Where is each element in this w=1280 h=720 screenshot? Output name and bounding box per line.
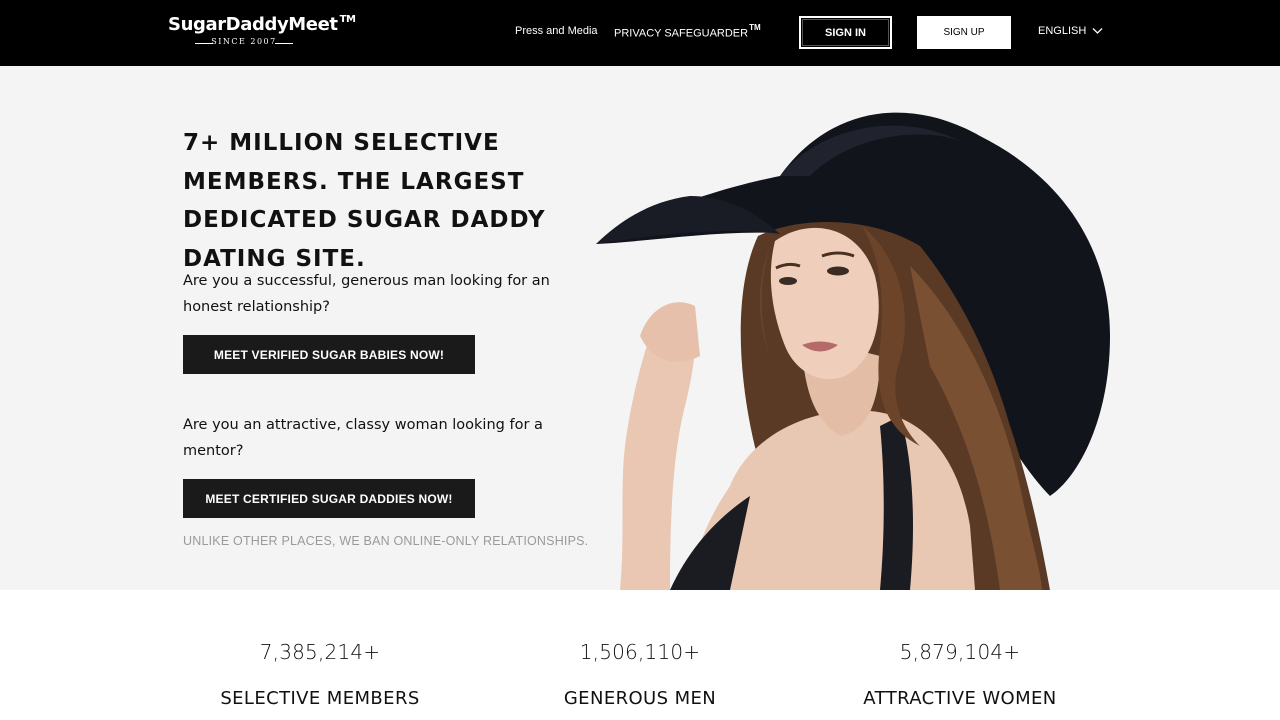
stat-value: 7,385,214+ <box>259 640 381 664</box>
hero-section: 7+ MILLION SELECTIVE MEMBERS. THE LARGES… <box>0 66 1280 590</box>
logo-text: SugarDaddyMeet <box>168 14 338 35</box>
logo-tagline: SINCE 2007 <box>195 37 293 46</box>
question-women: Are you an attractive, classy woman look… <box>183 417 543 459</box>
site-header: SugarDaddyMeet TM SINCE 2007 Press and Me… <box>0 0 1280 66</box>
nav-press-link[interactable]: Press and Media <box>515 25 598 37</box>
language-selector[interactable]: ENGLISH <box>1038 25 1103 37</box>
site-logo[interactable]: SugarDaddyMeet TM SINCE 2007 <box>168 14 356 50</box>
logo-trademark: TM <box>339 14 356 25</box>
stat-selective-members: 7,385,214+ SELECTIVE MEMBERS <box>170 640 470 709</box>
nav-privacy-label: PRIVACY SAFEGUARDER <box>614 27 749 40</box>
stat-label: GENEROUS MEN <box>563 688 717 709</box>
chevron-down-icon <box>1092 28 1103 34</box>
stat-value: 5,879,104+ <box>899 640 1021 664</box>
hero-headline: 7+ MILLION SELECTIVE MEMBERS. THE LARGES… <box>183 130 546 272</box>
stat-value: 1,506,110+ <box>579 640 701 664</box>
meet-sugar-daddies-button[interactable]: MEET CERTIFIED SUGAR DADDIES NOW! <box>183 479 475 518</box>
nav-privacy-trademark: TM <box>749 23 761 32</box>
stat-attractive-women: 5,879,104+ ATTRACTIVE WOMEN <box>810 640 1110 709</box>
language-label: ENGLISH <box>1038 25 1087 37</box>
stats-section: 7,385,214+ SELECTIVE MEMBERS 1,506,110+ … <box>0 590 1280 720</box>
sign-up-button[interactable]: SIGN UP <box>917 16 1011 49</box>
stat-label: ATTRACTIVE WOMEN <box>863 688 1057 709</box>
nav-privacy-link[interactable]: PRIVACY SAFEGUARDERTM <box>614 23 761 40</box>
meet-sugar-babies-button[interactable]: MEET VERIFIED SUGAR BABIES NOW! <box>183 335 475 374</box>
sign-in-button[interactable]: SIGN IN <box>799 16 892 49</box>
question-men: Are you a successful, generous man looki… <box>183 273 550 315</box>
hero-woman-image <box>596 112 1110 590</box>
ban-policy-note: UNLIKE OTHER PLACES, WE BAN ONLINE-ONLY … <box>183 534 589 548</box>
stat-label: SELECTIVE MEMBERS <box>220 688 420 709</box>
stat-generous-men: 1,506,110+ GENEROUS MEN <box>490 640 790 709</box>
